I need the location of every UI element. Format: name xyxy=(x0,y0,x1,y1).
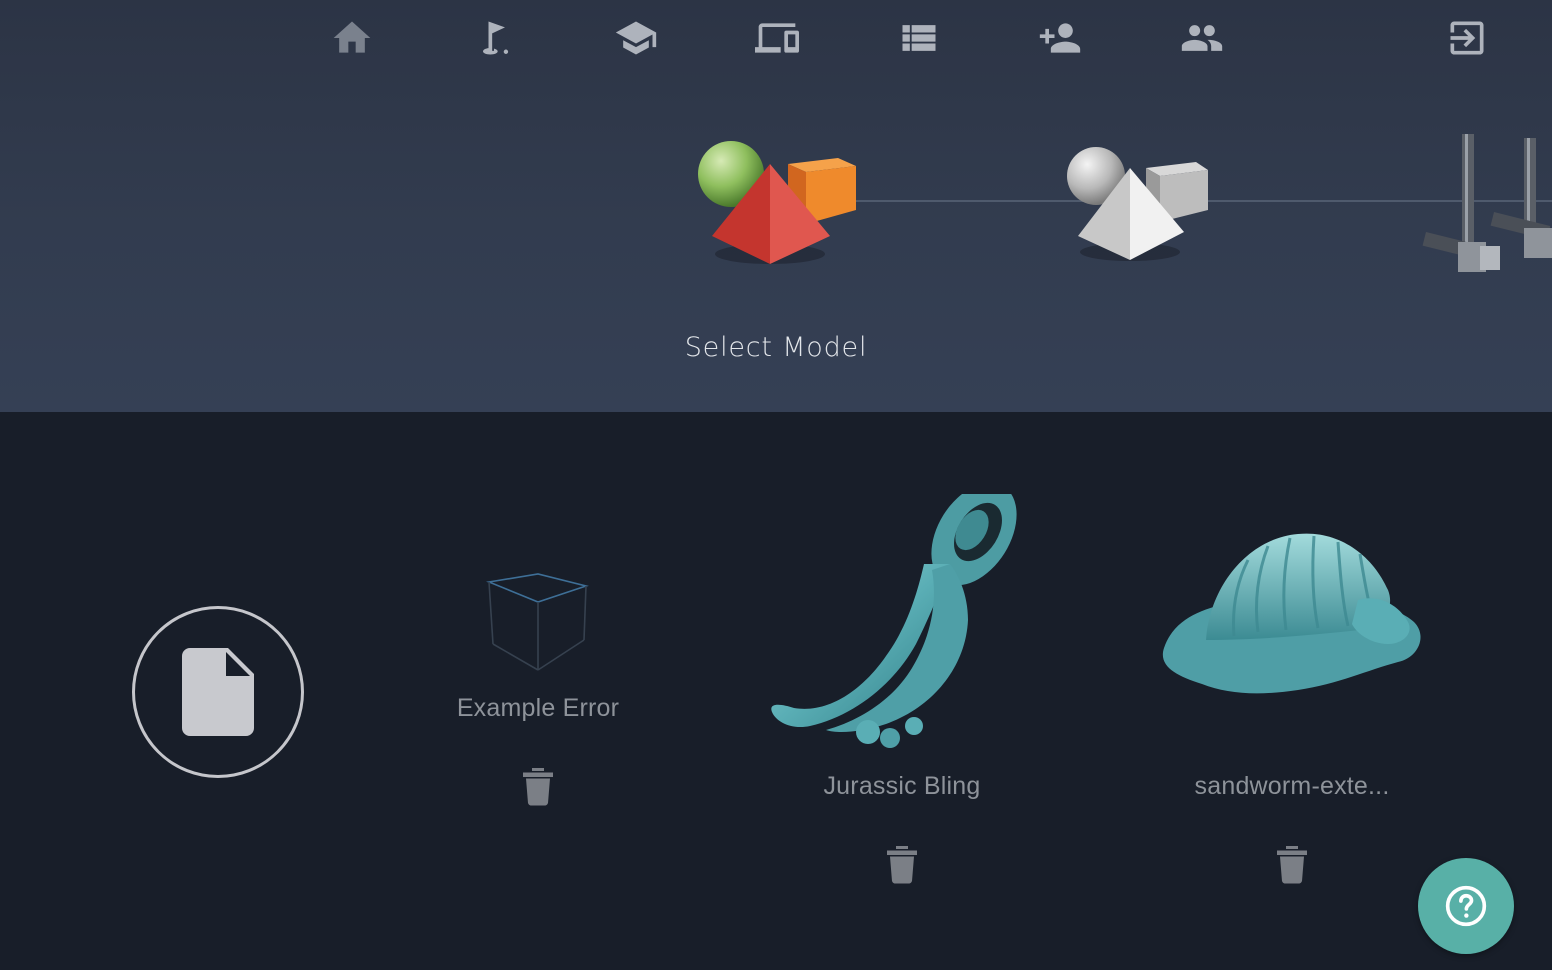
gray-shapes-icon[interactable] xyxy=(1060,140,1220,280)
model-title[interactable]: Example Error xyxy=(418,694,658,723)
graduation-cap-icon[interactable] xyxy=(614,16,658,60)
printer-rails-icon[interactable] xyxy=(1420,128,1552,278)
model-title[interactable]: Jurassic Bling xyxy=(782,772,1022,801)
trash-icon[interactable] xyxy=(1274,844,1310,884)
model-title[interactable]: sandworm-exte... xyxy=(1172,772,1412,801)
home-icon[interactable] xyxy=(330,16,374,60)
empty-cube-icon[interactable] xyxy=(486,572,590,674)
upload-model-button[interactable] xyxy=(132,606,304,778)
step-label-select-model: Select Model xyxy=(684,332,868,363)
trash-icon[interactable] xyxy=(884,844,920,884)
add-person-icon[interactable] xyxy=(1038,16,1082,60)
question-icon xyxy=(1445,885,1487,927)
group-icon[interactable] xyxy=(1180,16,1224,60)
file-icon xyxy=(182,648,254,736)
list-icon[interactable] xyxy=(897,16,941,60)
sandworm-model[interactable] xyxy=(1158,530,1426,720)
golf-flag-icon[interactable] xyxy=(472,16,516,60)
help-button[interactable] xyxy=(1418,858,1514,954)
exit-icon[interactable] xyxy=(1445,16,1489,60)
jurassic-bling-model[interactable] xyxy=(764,494,1044,754)
colored-shapes-icon[interactable] xyxy=(690,136,865,286)
trash-icon[interactable] xyxy=(520,766,556,806)
top-header: Select Model xyxy=(0,0,1552,412)
devices-icon[interactable] xyxy=(755,16,799,60)
